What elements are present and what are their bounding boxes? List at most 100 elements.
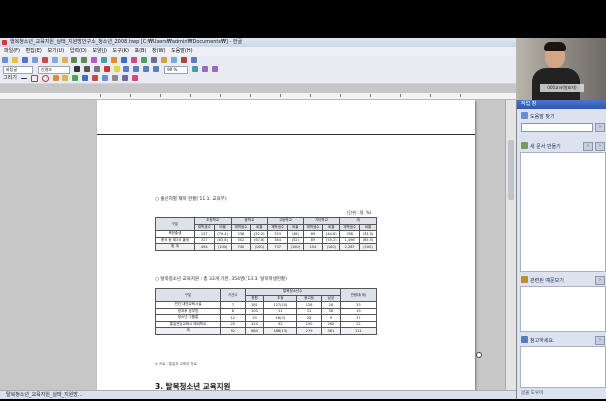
ellipse-tool-icon[interactable]: [41, 75, 49, 82]
zoom-combo[interactable]: 99 %: [164, 66, 189, 74]
underline-icon[interactable]: [93, 66, 100, 72]
new-doc-prev-button[interactable]: ‹: [583, 142, 593, 151]
fill-color-icon[interactable]: [72, 75, 79, 81]
rotate-icon[interactable]: [112, 75, 119, 81]
menu-file[interactable]: 파일(F): [4, 48, 20, 54]
task-pane: 작업 창 도움말 찾기 › 새 문서 만들기 ‹ › 관련된 예문보기 › 참고…: [516, 100, 606, 399]
table-cell: 864: [244, 327, 265, 335]
new-document-icon[interactable]: [2, 57, 8, 63]
menu-window[interactable]: 창(W): [152, 48, 165, 54]
presenter-hair: [544, 42, 566, 51]
align-center-icon[interactable]: [133, 66, 140, 72]
taskbar: 탈북청소년_교육지원_실태_지원방...: [0, 390, 516, 399]
title-bar: 행복청소년_교육지원_실태_지원방안구소_청소년_2008.hwp [C:₩Us…: [0, 38, 516, 47]
source-note: ※ 자료 : 통일부 교육부 자료: [155, 362, 197, 366]
undo-icon[interactable]: [71, 57, 78, 63]
help-icon: [521, 112, 528, 119]
spellcheck-icon[interactable]: [140, 57, 147, 63]
table-row: 합 계 454 (100) 740 (100) 737 (100) 154 (1…: [155, 243, 377, 251]
print-icon[interactable]: [31, 57, 38, 63]
find-icon[interactable]: [101, 57, 108, 63]
insert-image-icon[interactable]: [111, 57, 118, 63]
memo-icon[interactable]: [160, 57, 167, 63]
format-painter-icon[interactable]: [91, 57, 98, 63]
cut-icon[interactable]: [41, 57, 48, 63]
tips-next-button[interactable]: ›: [595, 336, 605, 345]
scrollbar-thumb[interactable]: [508, 140, 514, 200]
menu-view[interactable]: 보기(U): [47, 48, 64, 54]
save-icon[interactable]: [21, 57, 28, 63]
menu-table[interactable]: 표(B): [135, 48, 147, 54]
menu-format[interactable]: 모양(J): [92, 48, 107, 54]
table-cell: 186(13): [263, 327, 298, 335]
t2-header-age: 연령대(세): [339, 288, 378, 302]
tips-icon: [521, 336, 528, 343]
table-cell: 2,287: [339, 243, 361, 251]
table-cell: (100): [359, 243, 377, 251]
rectangle-tool-icon[interactable]: [30, 75, 38, 82]
help-search-button[interactable]: ›: [595, 123, 605, 132]
shape-icon[interactable]: [131, 75, 138, 81]
line-color-icon[interactable]: [82, 75, 89, 81]
align-right-icon[interactable]: [143, 66, 150, 72]
examples-next-button[interactable]: ›: [595, 276, 605, 285]
window-title: 행복청소년_교육지원_실태_지원방안구소_청소년_2008.hwp [C:₩Us…: [10, 39, 243, 45]
chart-icon[interactable]: [130, 57, 137, 63]
section1-title: ○ 출신지별 재학 현황(’11.1. 교육부): [155, 197, 227, 202]
menu-insert[interactable]: 입력(D): [70, 48, 87, 54]
tips-label[interactable]: 참고하세요.: [530, 337, 555, 344]
line-tool-icon[interactable]: [20, 78, 27, 79]
redo-icon[interactable]: [81, 57, 88, 63]
copy-icon[interactable]: [51, 57, 58, 63]
taskbar-item-document[interactable]: 탈북청소년_교육지원_실태_지원방...: [6, 392, 83, 399]
justify-icon[interactable]: [153, 66, 160, 72]
numbering-icon[interactable]: [201, 66, 208, 72]
align-objects-icon[interactable]: [121, 75, 128, 81]
menu-edit[interactable]: 편집(E): [26, 48, 42, 54]
table-cell: 737: [267, 243, 289, 251]
menu-help[interactable]: 도움말(H): [171, 48, 192, 54]
polygon-tool-icon[interactable]: [62, 75, 69, 81]
highlight-icon[interactable]: [113, 66, 120, 72]
task-pane-header[interactable]: 작업 창: [517, 100, 606, 109]
font-color-icon[interactable]: [103, 66, 110, 72]
table-cell: (100): [287, 243, 304, 251]
textbox-icon[interactable]: [92, 75, 99, 81]
bold-icon[interactable]: [73, 66, 80, 72]
table-cell: 합 계: [155, 243, 195, 251]
draw-icon[interactable]: [170, 57, 177, 63]
table-cell: 중국 등 제3국 출생: [155, 236, 195, 244]
line-spacing-icon[interactable]: [192, 66, 199, 72]
table-cell: 454: [193, 243, 215, 251]
menu-tools[interactable]: 도구(K): [113, 48, 129, 54]
new-doc-next-button[interactable]: ›: [595, 142, 605, 151]
font-helper-label[interactable]: 글꼴 도우미: [521, 390, 543, 396]
new-document-label[interactable]: 새 문서 만들기: [530, 143, 561, 150]
insert-table-icon[interactable]: [121, 57, 128, 63]
align-left-icon[interactable]: [123, 66, 130, 72]
hyperlink-icon[interactable]: [180, 57, 187, 63]
document-page[interactable]: ○ 출신지별 재학 현황(’11.1. 교육부) (단위 : 명, %) 구분 …: [97, 100, 475, 390]
document-area[interactable]: ○ 출신지별 재학 현황(’11.1. 교육부) (단위 : 명, %) 구분 …: [0, 100, 505, 390]
drawing-toolbar: 그리기: [0, 74, 516, 84]
font-combo[interactable]: 신명조: [37, 66, 70, 74]
columns-icon[interactable]: [190, 57, 197, 63]
italic-icon[interactable]: [83, 66, 90, 72]
open-folder-icon[interactable]: [11, 57, 18, 63]
help-search-input[interactable]: [521, 123, 593, 132]
help-search-label: 도움말 찾기: [530, 114, 555, 120]
webcam-overlay: 000교사(발표자): [516, 38, 606, 100]
group-icon[interactable]: [102, 75, 109, 81]
table-cell: 740: [230, 243, 252, 251]
style-combo[interactable]: 바탕글: [3, 66, 33, 74]
vertical-scrollbar[interactable]: [505, 100, 516, 390]
zoom-icon[interactable]: [150, 57, 157, 63]
paste-icon[interactable]: [61, 57, 68, 63]
examples-label[interactable]: 관련된 예문보기: [530, 277, 564, 284]
horizontal-ruler[interactable]: [0, 93, 516, 100]
table-enrollment-by-origin: 구분 초등학교 중학교 고등학교 기타학교 계 재학생수 비율 재학생수 비율 …: [155, 217, 377, 251]
bullets-icon[interactable]: [211, 66, 218, 72]
arc-tool-icon[interactable]: [52, 75, 59, 81]
table-cell: 381: [320, 327, 341, 335]
t2-header-institutions: 기관수: [220, 288, 246, 302]
